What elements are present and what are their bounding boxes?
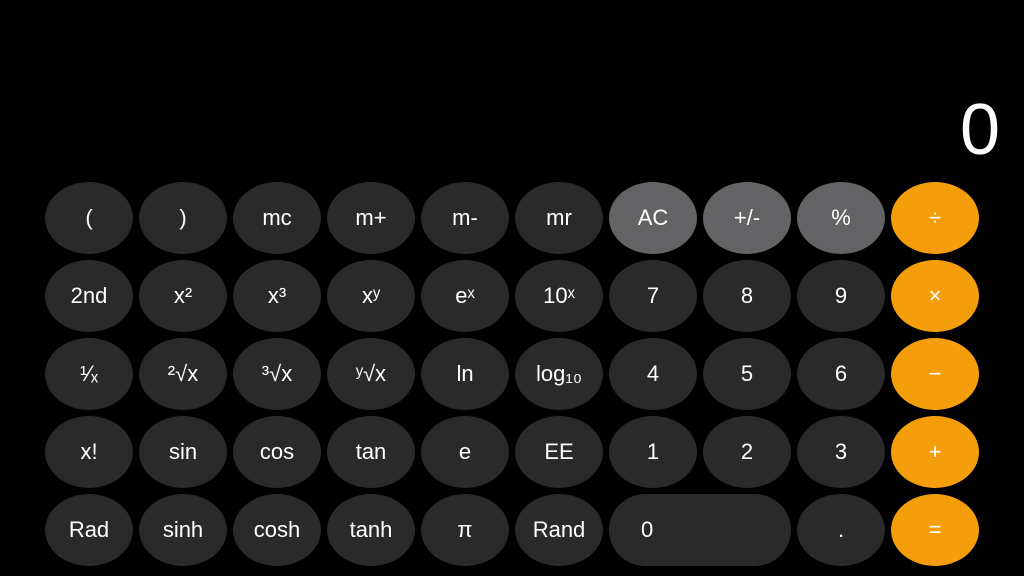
- btn-rad[interactable]: Rad: [45, 494, 133, 566]
- btn-yth-root-x[interactable]: ʸ√x: [327, 338, 415, 410]
- calculator-display: 0: [0, 0, 1024, 176]
- btn-cos[interactable]: cos: [233, 416, 321, 488]
- btn-e-power-x[interactable]: eˣ: [421, 260, 509, 332]
- btn-ee[interactable]: EE: [515, 416, 603, 488]
- btn-subtract[interactable]: −: [891, 338, 979, 410]
- btn-nine[interactable]: 9: [797, 260, 885, 332]
- btn-sin[interactable]: sin: [139, 416, 227, 488]
- btn-open-paren[interactable]: (: [45, 182, 133, 254]
- btn-four[interactable]: 4: [609, 338, 697, 410]
- btn-tanh[interactable]: tanh: [327, 494, 415, 566]
- btn-factorial[interactable]: x!: [45, 416, 133, 488]
- keypad-row-4: RadsinhcoshtanhπRand0.=: [10, 494, 1014, 566]
- btn-eight[interactable]: 8: [703, 260, 791, 332]
- btn-one[interactable]: 1: [609, 416, 697, 488]
- btn-percent[interactable]: %: [797, 182, 885, 254]
- btn-ac[interactable]: AC: [609, 182, 697, 254]
- btn-multiply[interactable]: ×: [891, 260, 979, 332]
- btn-plus-minus[interactable]: +/-: [703, 182, 791, 254]
- btn-pi[interactable]: π: [421, 494, 509, 566]
- btn-sqrt-x[interactable]: ²√x: [139, 338, 227, 410]
- keypad-row-0: ()mcm+m-mrAC+/-%÷: [10, 182, 1014, 254]
- btn-second[interactable]: 2nd: [45, 260, 133, 332]
- btn-divide[interactable]: ÷: [891, 182, 979, 254]
- keypad-row-1: 2ndx²x³xʸeˣ10ˣ789×: [10, 260, 1014, 332]
- btn-ln[interactable]: ln: [421, 338, 509, 410]
- btn-decimal[interactable]: .: [797, 494, 885, 566]
- btn-one-over-x[interactable]: ¹⁄ₓ: [45, 338, 133, 410]
- display-value: 0: [960, 94, 1000, 166]
- btn-mc[interactable]: mc: [233, 182, 321, 254]
- btn-two[interactable]: 2: [703, 416, 791, 488]
- btn-cosh[interactable]: cosh: [233, 494, 321, 566]
- keypad-row-3: x!sincostaneEE123+: [10, 416, 1014, 488]
- btn-seven[interactable]: 7: [609, 260, 697, 332]
- btn-sinh[interactable]: sinh: [139, 494, 227, 566]
- btn-e[interactable]: e: [421, 416, 509, 488]
- btn-x-power-y[interactable]: xʸ: [327, 260, 415, 332]
- btn-x-cubed[interactable]: x³: [233, 260, 321, 332]
- btn-cbrt-x[interactable]: ³√x: [233, 338, 321, 410]
- keypad-row-2: ¹⁄ₓ²√x³√xʸ√xlnlog₁₀456−: [10, 338, 1014, 410]
- btn-equals[interactable]: =: [891, 494, 979, 566]
- btn-rand[interactable]: Rand: [515, 494, 603, 566]
- btn-close-paren[interactable]: ): [139, 182, 227, 254]
- btn-zero[interactable]: 0: [609, 494, 791, 566]
- btn-x-squared[interactable]: x²: [139, 260, 227, 332]
- btn-mr[interactable]: mr: [515, 182, 603, 254]
- btn-three[interactable]: 3: [797, 416, 885, 488]
- btn-add[interactable]: +: [891, 416, 979, 488]
- btn-m-minus[interactable]: m-: [421, 182, 509, 254]
- btn-log10[interactable]: log₁₀: [515, 338, 603, 410]
- keypad: ()mcm+m-mrAC+/-%÷2ndx²x³xʸeˣ10ˣ789×¹⁄ₓ²√…: [0, 176, 1024, 576]
- btn-six[interactable]: 6: [797, 338, 885, 410]
- btn-five[interactable]: 5: [703, 338, 791, 410]
- btn-m-plus[interactable]: m+: [327, 182, 415, 254]
- btn-tan[interactable]: tan: [327, 416, 415, 488]
- btn-ten-power-x[interactable]: 10ˣ: [515, 260, 603, 332]
